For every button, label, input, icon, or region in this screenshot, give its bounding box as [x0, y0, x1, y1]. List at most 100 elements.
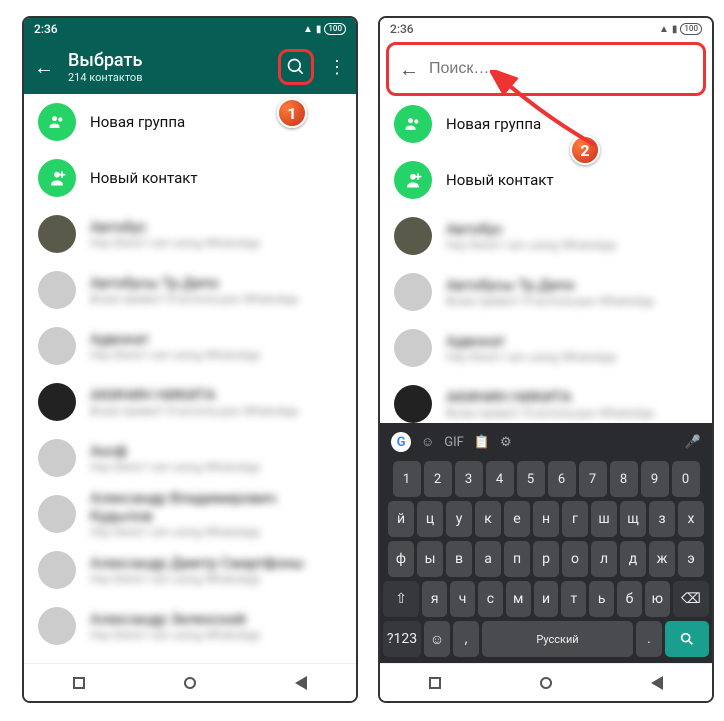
- android-nav-bar: [24, 663, 356, 701]
- key[interactable]: ь: [589, 581, 614, 617]
- list-item[interactable]: АвтобусHey there! I am using WhatsApp: [380, 208, 712, 264]
- key[interactable]: щ: [620, 501, 646, 537]
- period-key[interactable]: .: [636, 621, 662, 657]
- new-contact-row[interactable]: Новый контакт: [24, 150, 356, 206]
- nav-back-icon[interactable]: [651, 676, 663, 690]
- avatar: [38, 607, 76, 645]
- nav-recent-icon[interactable]: [429, 677, 441, 689]
- key[interactable]: е: [504, 501, 530, 537]
- annotation-arrow: [490, 70, 660, 160]
- list-item[interactable]: АдвокатHey there! I am using WhatsApp: [24, 318, 356, 374]
- key[interactable]: и: [534, 581, 559, 617]
- new-group-row[interactable]: Новая группа: [24, 94, 356, 150]
- emoji-key[interactable]: ☺: [424, 621, 450, 657]
- key[interactable]: м: [506, 581, 531, 617]
- key[interactable]: 9: [641, 461, 669, 497]
- spacebar-key[interactable]: Русский: [482, 621, 633, 657]
- key[interactable]: 0: [672, 461, 700, 497]
- key[interactable]: х: [678, 501, 704, 537]
- key[interactable]: д: [620, 541, 646, 577]
- list-item[interactable]: Автобусы Тр.ДепоВсем привет! Я использую…: [380, 264, 712, 320]
- keyboard-search-key[interactable]: [665, 621, 709, 657]
- shift-key[interactable]: ⇧: [383, 581, 419, 617]
- key[interactable]: ц: [417, 501, 443, 537]
- nav-home-icon[interactable]: [184, 677, 196, 689]
- keyboard-bottom-row: ?123 ☺ , Русский .: [383, 621, 709, 657]
- more-options-icon[interactable]: ⋮: [328, 57, 346, 78]
- settings-icon[interactable]: ⚙: [500, 435, 512, 450]
- avatar: [394, 329, 432, 367]
- key[interactable]: я: [422, 581, 447, 617]
- key[interactable]: а: [475, 541, 501, 577]
- key[interactable]: э: [678, 541, 704, 577]
- list-item[interactable]: Александр Дмитр СмартфоныHey there! I am…: [24, 542, 356, 598]
- keyboard-row-3: ⇧ ячсмитьбю ⌫: [383, 581, 709, 617]
- key[interactable]: ж: [649, 541, 675, 577]
- backspace-key[interactable]: ⌫: [673, 581, 709, 617]
- avatar: [38, 439, 76, 477]
- contact-list[interactable]: Новая группа Новый контакт АвтобусHey th…: [24, 94, 356, 654]
- key[interactable]: 3: [455, 461, 483, 497]
- key[interactable]: л: [591, 541, 617, 577]
- search-button[interactable]: [278, 49, 314, 85]
- android-nav-bar: [380, 663, 712, 701]
- add-contact-icon: [394, 161, 432, 199]
- key[interactable]: 5: [517, 461, 545, 497]
- key[interactable]: н: [533, 501, 559, 537]
- key[interactable]: р: [533, 541, 559, 577]
- key[interactable]: ш: [591, 501, 617, 537]
- google-icon[interactable]: G: [391, 432, 411, 452]
- avatar: [38, 551, 76, 589]
- key[interactable]: п: [504, 541, 530, 577]
- keyboard-row-1: йцукенгшщзх: [383, 501, 709, 537]
- wifi-icon: ▲: [303, 24, 313, 35]
- avatar: [394, 273, 432, 311]
- key[interactable]: с: [478, 581, 503, 617]
- nav-home-icon[interactable]: [540, 677, 552, 689]
- list-item[interactable]: Александр ЗеленскийHey there! I am using…: [24, 598, 356, 654]
- keyboard-toolbar: G ☺ GIF 📋 ⚙ 🎤: [383, 427, 709, 457]
- key[interactable]: 8: [610, 461, 638, 497]
- on-screen-keyboard[interactable]: G ☺ GIF 📋 ⚙ 🎤 1234567890 йцукенгшщзх фыв…: [380, 423, 712, 663]
- status-bar: 2:36 ▲ ▮ 100: [24, 18, 356, 40]
- list-item[interactable]: Автобусы Тр.ДепоВсем привет! Я использую…: [24, 262, 356, 318]
- add-contact-icon: [38, 159, 76, 197]
- clipboard-icon[interactable]: 📋: [474, 435, 490, 450]
- list-item[interactable]: АКИНИН НИКИТАВсем привет! Я использую Wh…: [24, 374, 356, 430]
- mic-icon[interactable]: 🎤: [685, 435, 701, 450]
- gif-button[interactable]: GIF: [444, 435, 464, 450]
- key[interactable]: о: [562, 541, 588, 577]
- key[interactable]: й: [388, 501, 414, 537]
- signal-icon: ▮: [672, 24, 678, 35]
- key[interactable]: 4: [486, 461, 514, 497]
- list-item[interactable]: АвтобусHey there! I am using WhatsApp: [24, 206, 356, 262]
- symbols-key[interactable]: ?123: [383, 621, 421, 657]
- battery-icon: 100: [324, 23, 346, 35]
- key[interactable]: ф: [388, 541, 414, 577]
- list-item[interactable]: АкофHey there! I am using WhatsApp: [24, 430, 356, 486]
- key[interactable]: ы: [417, 541, 443, 577]
- nav-recent-icon[interactable]: [73, 677, 85, 689]
- sticker-icon[interactable]: ☺: [421, 434, 434, 450]
- key[interactable]: в: [446, 541, 472, 577]
- avatar: [394, 385, 432, 423]
- comma-key[interactable]: ,: [453, 621, 479, 657]
- key[interactable]: б: [617, 581, 642, 617]
- key[interactable]: 2: [424, 461, 452, 497]
- key[interactable]: ю: [645, 581, 670, 617]
- back-arrow-icon[interactable]: ←: [34, 55, 54, 80]
- key[interactable]: к: [475, 501, 501, 537]
- list-item[interactable]: АдвокатHey there! I am using WhatsApp: [380, 320, 712, 376]
- key[interactable]: з: [649, 501, 675, 537]
- key[interactable]: 6: [548, 461, 576, 497]
- key[interactable]: т: [561, 581, 586, 617]
- key[interactable]: 1: [393, 461, 421, 497]
- key[interactable]: г: [562, 501, 588, 537]
- key[interactable]: ч: [450, 581, 475, 617]
- back-arrow-icon[interactable]: ←: [399, 57, 419, 82]
- key[interactable]: у: [446, 501, 472, 537]
- new-contact-row[interactable]: Новый контакт: [380, 152, 712, 208]
- nav-back-icon[interactable]: [295, 676, 307, 690]
- key[interactable]: 7: [579, 461, 607, 497]
- list-item[interactable]: Александр Владимирович КудыловHey there!…: [24, 486, 356, 542]
